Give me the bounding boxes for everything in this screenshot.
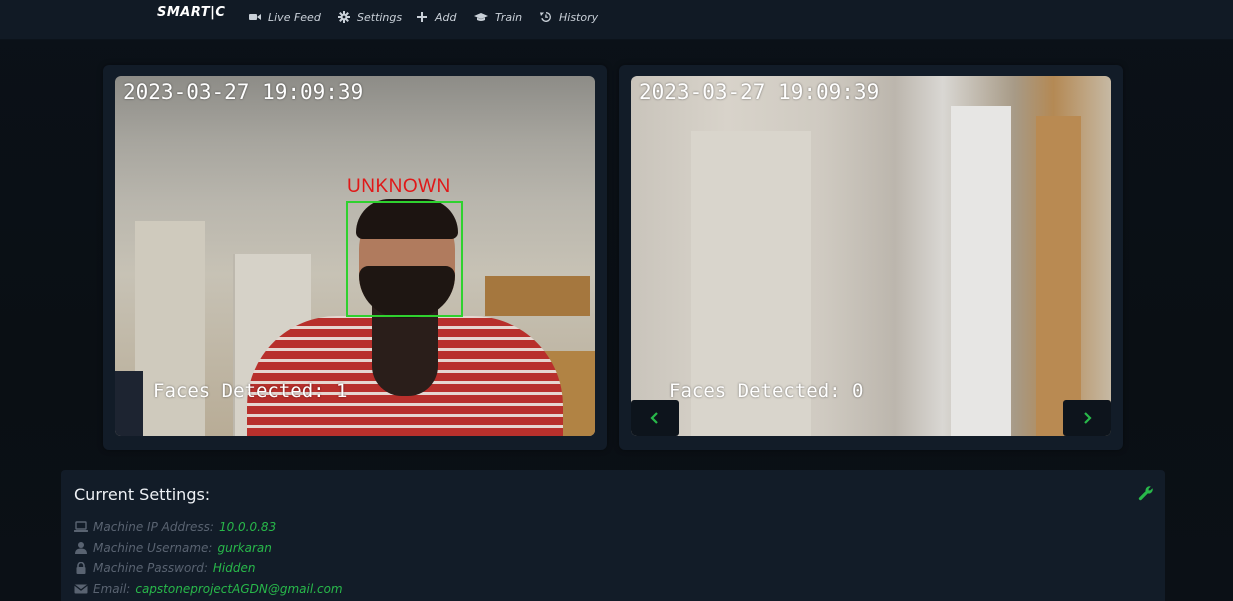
setting-email-value[interactable]: capstoneprojectAGDN@gmail.com: [135, 582, 342, 596]
carousel-prev-button[interactable]: [631, 400, 679, 436]
setting-username-value: gurkaran: [217, 541, 272, 555]
camera-card-2: 2023-03-27 19:09:39 Faces Detected: 0: [619, 65, 1123, 450]
gear-icon: [338, 11, 350, 23]
history-icon: [540, 12, 551, 22]
laptop-icon: [74, 521, 88, 532]
setting-row-ip: Machine IP Address: 10.0.0.83: [74, 519, 276, 535]
camera-2-faces-detected: Faces Detected: 0: [669, 380, 864, 402]
video-camera-icon: [249, 14, 261, 20]
lock-icon: [76, 562, 86, 574]
current-settings-panel: Current Settings: Machine IP Address: 10…: [61, 470, 1165, 601]
setting-ip-label: Machine IP Address:: [93, 520, 214, 534]
nav-settings-label: Settings: [357, 10, 403, 24]
chevron-right-icon: [1084, 412, 1092, 424]
chevron-left-icon: [650, 412, 658, 424]
envelope-icon: [74, 584, 88, 594]
detection-label: UNKNOWN: [347, 176, 451, 197]
nav-train[interactable]: Train: [474, 9, 522, 25]
setting-ip-value: 10.0.0.83: [218, 520, 277, 534]
nav-live-feed-label: Live Feed: [268, 10, 321, 24]
setting-row-email: Email: capstoneprojectAGDN@gmail.com: [74, 581, 343, 597]
nav-live-feed[interactable]: Live Feed: [249, 9, 321, 25]
nav-add[interactable]: Add: [416, 9, 457, 25]
nav-add-label: Add: [435, 10, 457, 24]
setting-row-password: Machine Password: Hidden: [74, 560, 255, 576]
navbar: SMART|C Live Feed Settings Add Train His…: [0, 0, 1233, 40]
camera-1-faces-detected: Faces Detected: 1: [153, 380, 348, 402]
wrench-icon[interactable]: [1138, 485, 1154, 501]
camera-feed-2[interactable]: 2023-03-27 19:09:39 Faces Detected: 0: [631, 76, 1111, 436]
scene-door-frame: [951, 106, 1011, 436]
camera-1-timestamp: 2023-03-27 19:09:39: [123, 80, 364, 104]
nav-history-label: History: [559, 10, 599, 24]
nav-train-label: Train: [495, 10, 523, 24]
setting-email-label: Email:: [93, 582, 131, 596]
camera-2-timestamp: 2023-03-27 19:09:39: [639, 80, 880, 104]
user-icon: [75, 542, 87, 554]
camera-card-1: UNKNOWN 2023-03-27 19:09:39 Faces Detect…: [103, 65, 607, 450]
setting-row-username: Machine Username: gurkaran: [74, 540, 272, 556]
nav-history[interactable]: History: [540, 9, 598, 25]
person-neck: [372, 306, 438, 396]
graduation-cap-icon: [474, 13, 488, 21]
scene-chair: [115, 371, 143, 436]
scene-wood-panel: [1036, 116, 1081, 436]
brand-logo[interactable]: SMART|C: [157, 5, 225, 20]
setting-password-label: Machine Password:: [93, 561, 208, 575]
carousel-next-button[interactable]: [1063, 400, 1111, 436]
setting-username-label: Machine Username:: [93, 541, 213, 555]
setting-password-value: Hidden: [212, 561, 256, 575]
face-detection-box: [346, 201, 463, 317]
scene-cabinet: [485, 276, 590, 316]
nav-settings[interactable]: Settings: [338, 9, 402, 25]
settings-title: Current Settings:: [74, 485, 211, 504]
plus-icon: [417, 12, 427, 22]
scene-wall: [135, 221, 205, 436]
camera-feed-1[interactable]: UNKNOWN 2023-03-27 19:09:39 Faces Detect…: [115, 76, 595, 436]
